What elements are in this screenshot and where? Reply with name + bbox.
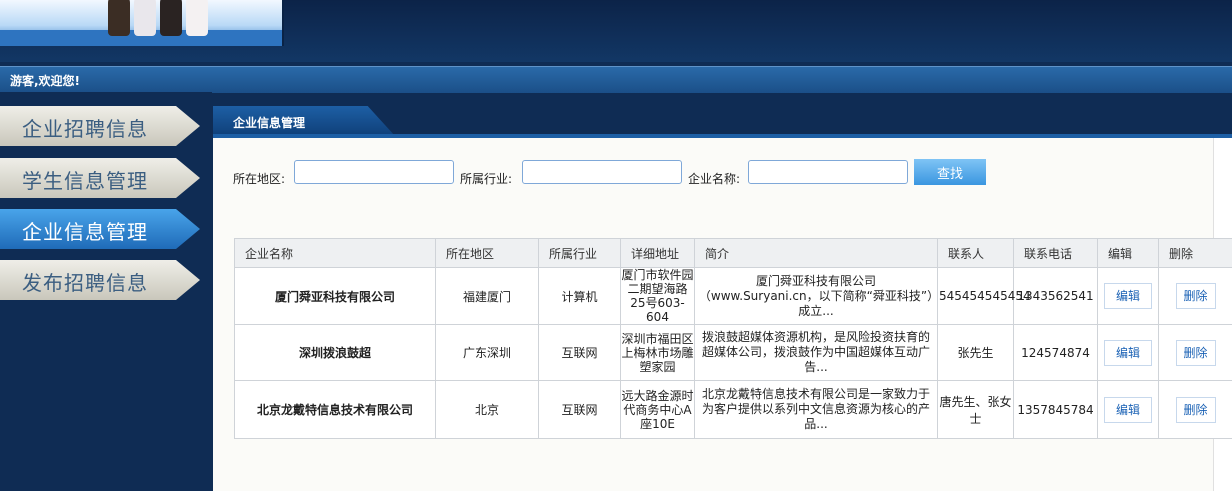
industry-input[interactable]: [522, 160, 682, 184]
edit-button[interactable]: 编辑: [1104, 339, 1152, 366]
header-contact: 联系人: [937, 238, 1014, 268]
phone-cell: 1343562541: [1013, 267, 1098, 325]
address-cell: 厦门市软件园二期望海路25号603-604: [620, 267, 695, 325]
intro-cell: 拨浪鼓超媒体资源机构，是风险投资扶育的超媒体公司，拨浪鼓作为中国超媒体互动广告.…: [694, 324, 938, 381]
address-cell: 远大路金源时代商务中心A座10E: [620, 380, 695, 439]
industry-cell: 互联网: [538, 324, 621, 381]
edit-cell: 编辑: [1097, 267, 1159, 325]
region-input[interactable]: [294, 160, 454, 184]
table-row: 厦门舜亚科技有限公司 福建厦门 计算机 厦门市软件园二期望海路25号603-60…: [234, 267, 1232, 325]
sidebar-item-company-recruitment[interactable]: 企业招聘信息: [0, 106, 200, 146]
welcome-bar: 游客,欢迎您!: [0, 66, 1232, 93]
company-name-link[interactable]: 深圳拨浪鼓超: [234, 324, 436, 381]
sidebar-item-company-management[interactable]: 企业信息管理: [0, 209, 200, 249]
contact-cell: 545454545454: [937, 267, 1031, 325]
sidebar-item-label: 企业信息管理: [22, 220, 148, 244]
search-button[interactable]: 查找: [914, 159, 986, 185]
company-name-label: 企业名称:: [688, 172, 741, 186]
delete-button[interactable]: 删除: [1175, 283, 1216, 309]
sidebar-item-publish-recruitment[interactable]: 发布招聘信息: [0, 260, 200, 300]
banner-image: [0, 0, 284, 46]
header-industry: 所属行业: [538, 238, 621, 268]
region-cell: 福建厦门: [435, 267, 539, 325]
company-table: 企业名称 所在地区 所属行业 详细地址 简介 联系人 联系电话 编辑 删除 厦门…: [234, 238, 1232, 439]
banner-person: [186, 0, 208, 36]
header-intro: 简介: [694, 238, 938, 268]
phone-cell: 124574874: [1013, 324, 1098, 381]
industry-label: 所属行业:: [460, 172, 513, 186]
intro-cell: 北京龙戴特信息技术有限公司是一家致力于为客户提供以系列中文信息资源为核心的产品.…: [694, 380, 938, 439]
delete-cell: 删除: [1158, 380, 1232, 439]
company-name-link[interactable]: 厦门舜亚科技有限公司: [234, 267, 436, 325]
banner-person: [160, 0, 182, 36]
edit-cell: 编辑: [1097, 380, 1159, 439]
delete-cell: 删除: [1158, 324, 1232, 381]
panel-tab: 企业信息管理: [213, 106, 395, 136]
delete-cell: 删除: [1158, 267, 1232, 325]
delete-button[interactable]: 删除: [1175, 339, 1216, 366]
header-edit: 编辑: [1097, 238, 1159, 268]
region-cell: 北京: [435, 380, 539, 439]
contact-cell: 唐先生、张女士: [937, 380, 1014, 439]
phone-cell: 1357845784: [1013, 380, 1098, 439]
welcome-text: 游客,欢迎您!: [10, 74, 81, 88]
industry-cell: 计算机: [538, 267, 621, 325]
edit-cell: 编辑: [1097, 324, 1159, 381]
panel-title: 企业信息管理: [233, 116, 306, 130]
region-label: 所在地区:: [233, 172, 286, 186]
company-name-link[interactable]: 北京龙戴特信息技术有限公司: [234, 380, 436, 439]
header-phone: 联系电话: [1013, 238, 1098, 268]
header-region: 所在地区: [435, 238, 539, 268]
table-header-row: 企业名称 所在地区 所属行业 详细地址 简介 联系人 联系电话 编辑 删除: [234, 238, 1232, 268]
region-cell: 广东深圳: [435, 324, 539, 381]
sidebar-item-student-management[interactable]: 学生信息管理: [0, 158, 200, 198]
banner-person: [134, 0, 156, 36]
table-row: 北京龙戴特信息技术有限公司 北京 互联网 远大路金源时代商务中心A座10E 北京…: [234, 380, 1232, 439]
banner-person: [108, 0, 130, 36]
intro-cell: 厦门舜亚科技有限公司（www.Suryani.cn，以下简称“舜亚科技”）成立.…: [694, 267, 938, 325]
delete-button[interactable]: 删除: [1175, 396, 1216, 423]
edit-button[interactable]: 编辑: [1104, 283, 1152, 309]
sidebar-item-label: 企业招聘信息: [22, 117, 148, 141]
sidebar-item-label: 学生信息管理: [22, 169, 148, 193]
sidebar-item-label: 发布招聘信息: [22, 271, 148, 295]
address-cell: 深圳市福田区上梅林市场雕塑家园: [620, 324, 695, 381]
industry-cell: 互联网: [538, 380, 621, 439]
contact-cell: 张先生: [937, 324, 1014, 381]
header-company-name: 企业名称: [234, 238, 436, 268]
header-address: 详细地址: [620, 238, 695, 268]
edit-button[interactable]: 编辑: [1104, 396, 1152, 423]
company-name-input[interactable]: [748, 160, 908, 184]
table-row: 深圳拨浪鼓超 广东深圳 互联网 深圳市福田区上梅林市场雕塑家园 拨浪鼓超媒体资源…: [234, 324, 1232, 381]
header-delete: 删除: [1158, 238, 1232, 268]
